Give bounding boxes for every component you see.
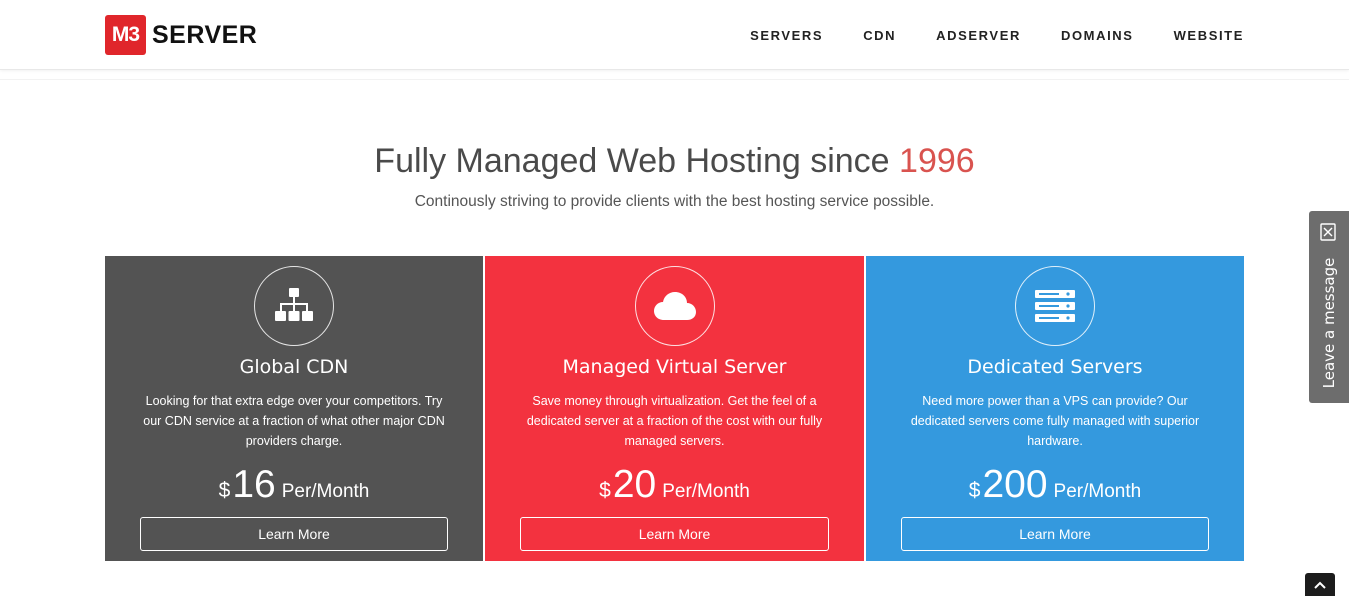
logo-text: SERVER: [152, 20, 258, 49]
price-amount: 16: [232, 463, 276, 506]
card-managed-virtual-server: Managed Virtual Server Save money throug…: [485, 256, 864, 561]
scroll-top-button[interactable]: [1305, 573, 1335, 596]
price-amount: 200: [982, 463, 1048, 506]
nav-item-servers[interactable]: SERVERS: [750, 28, 823, 43]
price-currency: $: [599, 479, 611, 502]
logo-mark: M3: [105, 15, 146, 55]
nav-item-domains[interactable]: DOMAINS: [1061, 28, 1134, 43]
main-nav: SERVERS CDN ADSERVER DOMAINS WEBSITE: [710, 0, 1244, 70]
learn-more-button[interactable]: Learn More: [140, 517, 448, 551]
leave-message-label: Leave a message: [1320, 257, 1338, 389]
price-period: Per/Month: [662, 481, 750, 502]
card-dedicated-servers: Dedicated Servers Need more power than a…: [866, 256, 1244, 561]
card-price: $ 16 Per/Month: [105, 463, 483, 511]
nav-item-adserver[interactable]: ADSERVER: [936, 28, 1021, 43]
hero-title-text: Fully Managed Web Hosting since: [374, 142, 900, 180]
price-period: Per/Month: [1053, 481, 1142, 502]
cloud-icon: [634, 266, 715, 346]
card-price: $ 200 Per/Month: [866, 463, 1244, 511]
price-period: Per/Month: [281, 481, 370, 502]
nav-item-cdn[interactable]: CDN: [863, 28, 896, 43]
card-description: Looking for that extra edge over your co…: [143, 394, 445, 448]
card-title: Dedicated Servers: [967, 356, 1143, 378]
card-description: Save money through virtualization. Get t…: [526, 394, 823, 448]
card-global-cdn: Global CDN Looking for that extra edge o…: [105, 256, 483, 561]
hero-title: Fully Managed Web Hosting since 1996: [0, 142, 1349, 181]
logo[interactable]: M3 SERVER: [105, 15, 257, 55]
card-description: Need more power than a VPS can provide? …: [910, 394, 1200, 448]
chevron-up-icon: [1314, 581, 1326, 589]
server-stack-icon: [1015, 266, 1095, 346]
close-icon[interactable]: [1320, 223, 1336, 241]
card-price: $ 20 Per/Month: [485, 463, 864, 511]
card-title: Managed Virtual Server: [562, 356, 787, 378]
price-currency: $: [968, 479, 981, 502]
leave-message-tab[interactable]: Leave a message: [1309, 211, 1349, 403]
site-header: M3 SERVER SERVERS CDN ADSERVER DOMAINS W…: [0, 0, 1349, 70]
card-title: Global CDN: [239, 356, 349, 378]
sitemap-icon: [254, 266, 334, 346]
price-currency: $: [218, 479, 231, 502]
header-divider: [0, 79, 1349, 80]
hero-subtitle: Continously striving to provide clients …: [414, 193, 935, 210]
nav-item-website[interactable]: WEBSITE: [1174, 28, 1244, 43]
learn-more-button[interactable]: Learn More: [520, 517, 829, 551]
hero-title-year: 1996: [899, 142, 975, 180]
learn-more-button[interactable]: Learn More: [901, 517, 1209, 551]
price-amount: 20: [612, 463, 657, 506]
pricing-cards: Global CDN Looking for that extra edge o…: [105, 256, 1244, 561]
